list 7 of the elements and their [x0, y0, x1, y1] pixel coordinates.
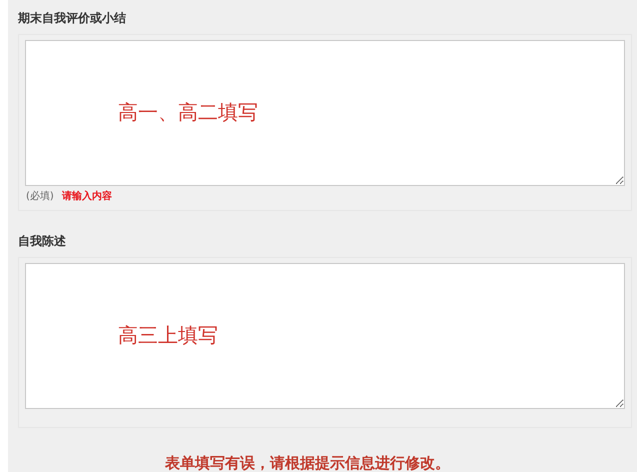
form-error-message: 表单填写有误，请根据提示信息进行修改。 — [165, 453, 450, 472]
field-label: 自我陈述 — [18, 233, 66, 250]
error-message: 请输入内容 — [62, 189, 112, 204]
required-note: (必填) — [26, 190, 54, 204]
field-label: 期末自我评价或小结 — [18, 10, 126, 27]
text-area[interactable]: 高一、高二填写 — [25, 40, 625, 186]
text-area[interactable]: 高三上填写 — [25, 263, 625, 409]
